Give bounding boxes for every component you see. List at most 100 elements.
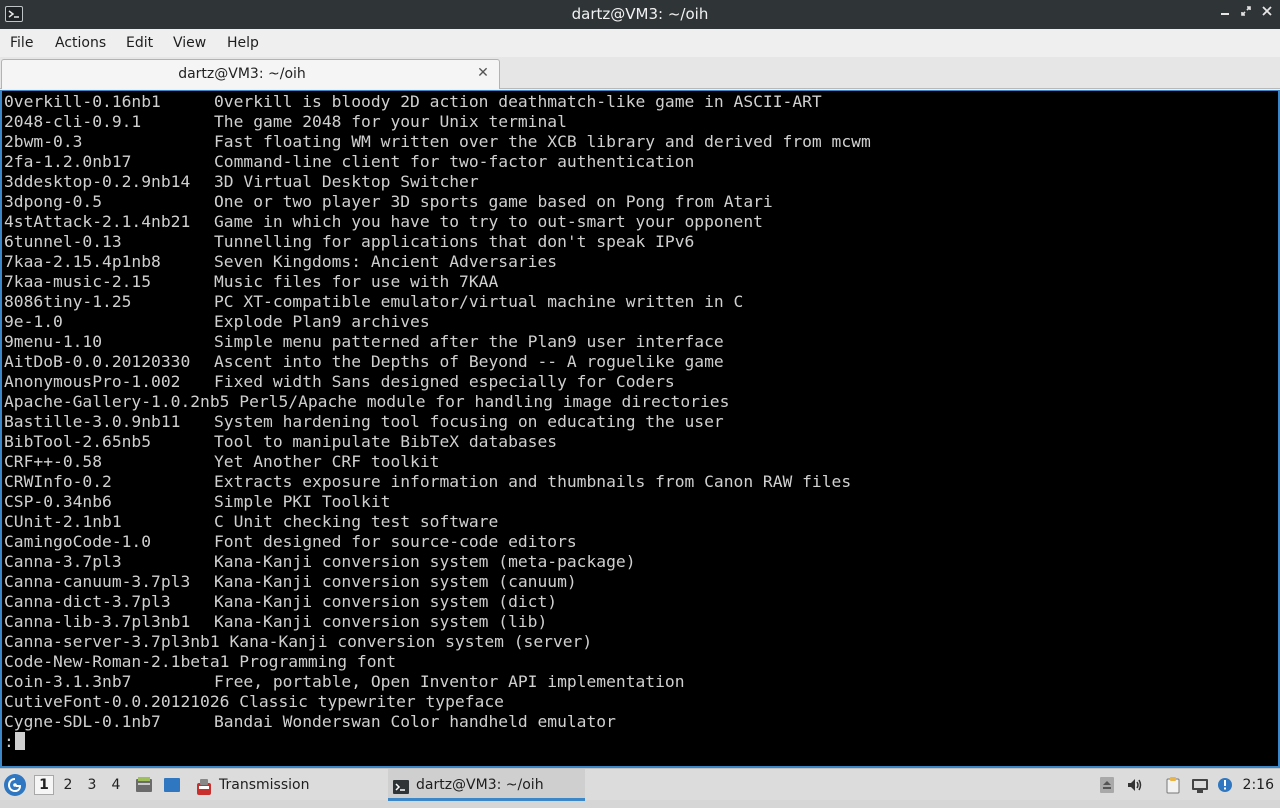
tab-label: dartz@VM3: ~/oih — [178, 66, 306, 82]
package-name: AnonymousPro-1.002 — [4, 372, 181, 391]
close-icon[interactable]: ✕ — [475, 65, 491, 81]
package-name: 3ddesktop-0.2.9nb14 — [4, 172, 191, 191]
package-name: AitDoB-0.0.20120330 — [4, 352, 191, 371]
workspace-4[interactable]: 4 — [106, 775, 126, 795]
terminal-line: Bastille-3.0.9nb11 System hardening tool … — [4, 412, 724, 432]
terminal-line: Code-New-Roman-2.1beta1 Programming font — [4, 652, 396, 672]
package-name: Cygne-SDL-0.1nb7 — [4, 712, 161, 731]
package-name: 8086tiny-1.25 — [4, 292, 132, 311]
package-name: 0verkill-0.16nb1 — [4, 92, 161, 111]
package-name: Canna-lib-3.7pl3nb1 — [4, 612, 191, 631]
package-description: Explode Plan9 archives — [214, 312, 430, 331]
terminal-line: AnonymousPro-1.002 Fixed width Sans desig… — [4, 372, 675, 392]
task-terminal[interactable]: dartz@VM3: ~/oih — [388, 769, 585, 801]
terminal-line: 2bwm-0.3 Fast floating WM written over th… — [4, 132, 871, 152]
transmission-icon — [195, 776, 213, 795]
menu-file[interactable]: File — [10, 29, 33, 57]
package-description: Tool to manipulate BibTeX databases — [214, 432, 558, 451]
package-name: 3dpong-0.5 — [4, 192, 103, 211]
terminal-line: Canna-3.7pl3 Kana-Kanji conversion system… — [4, 552, 636, 572]
terminal-line: Coin-3.1.3nb7 Free, portable, Open Invent… — [4, 672, 685, 692]
terminal-output[interactable]: 0verkill-0.16nb1 0verkill is bloody 2D ac… — [0, 90, 1280, 768]
taskbar: 1 2 3 4 Transmission dartz@VM3: ~/oih 2:… — [0, 768, 1280, 801]
package-description: Bandai Wonderswan Color handheld emulato… — [214, 712, 616, 731]
workspace-2[interactable]: 2 — [58, 775, 78, 795]
prompt-text: : — [4, 732, 14, 751]
terminal-line: 9menu-1.10 Simple menu patterned after th… — [4, 332, 724, 352]
minimize-button[interactable] — [1216, 5, 1234, 23]
terminal-line: Canna-dict-3.7pl3 Kana-Kanji conversion s… — [4, 592, 557, 612]
tab-bar: dartz@VM3: ~/oih ✕ — [0, 57, 1280, 89]
terminal-line: 7kaa-music-2.15 Music files for use with … — [4, 272, 498, 292]
package-name: Code-New-Roman-2.1beta1 — [4, 652, 230, 671]
menu-edit[interactable]: Edit — [126, 29, 153, 57]
package-description: Font designed for source-code editors — [214, 532, 577, 551]
workspace-1[interactable]: 1 — [34, 775, 54, 795]
file-manager-icon[interactable] — [135, 776, 153, 794]
package-name: 7kaa-music-2.15 — [4, 272, 152, 291]
pager-prompt[interactable]: : — [4, 732, 25, 752]
package-description: Simple menu patterned after the Plan9 us… — [214, 332, 724, 351]
package-description: Kana-Kanji conversion system (lib) — [214, 612, 548, 631]
package-name: 2fa-1.2.0nb17 — [4, 152, 132, 171]
package-name: Canna-3.7pl3 — [4, 552, 122, 571]
package-description: Seven Kingdoms: Ancient Adversaries — [214, 252, 558, 271]
terminal-line: CRF++-0.58 Yet Another CRF toolkit — [4, 452, 439, 472]
package-description: 3D Virtual Desktop Switcher — [214, 172, 479, 191]
network-icon[interactable] — [1191, 776, 1209, 794]
package-description: Kana-Kanji conversion system (canuum) — [214, 572, 577, 591]
notification-icon[interactable] — [1216, 776, 1234, 794]
title-bar[interactable]: dartz@VM3: ~/oih — [0, 0, 1280, 29]
package-description: Perl5/Apache module for handling image d… — [239, 392, 730, 411]
package-description: Kana-Kanji conversion system (dict) — [214, 592, 558, 611]
package-name: 2048-cli-0.9.1 — [4, 112, 142, 131]
package-description: Simple PKI Toolkit — [214, 492, 391, 511]
package-description: Music files for use with 7KAA — [214, 272, 499, 291]
close-button[interactable] — [1258, 5, 1276, 23]
volume-icon[interactable] — [1126, 776, 1144, 794]
terminal-line: AitDoB-0.0.20120330 Ascent into the Depth… — [4, 352, 724, 372]
terminal-line: CamingoCode-1.0 Font designed for source-… — [4, 532, 577, 552]
package-description: Fixed width Sans designed especially for… — [214, 372, 675, 391]
package-name: Coin-3.1.3nb7 — [4, 672, 132, 691]
package-name: BibTool-2.65nb5 — [4, 432, 152, 451]
package-name: 7kaa-2.15.4p1nb8 — [4, 252, 161, 271]
package-description: Extracts exposure information and thumbn… — [214, 472, 852, 491]
terminal-line: BibTool-2.65nb5 Tool to manipulate BibTeX… — [4, 432, 557, 452]
menu-help[interactable]: Help — [227, 29, 259, 57]
clock: 2:16 — [1242, 777, 1274, 793]
menu-view[interactable]: View — [173, 29, 206, 57]
terminal-line: 7kaa-2.15.4p1nb8 Seven Kingdoms: Ancient … — [4, 252, 557, 272]
start-menu-button[interactable] — [4, 774, 26, 796]
terminal-line: Canna-canuum-3.7pl3 Kana-Kanji conversion… — [4, 572, 577, 592]
package-description: Game in which you have to try to out-sma… — [214, 212, 763, 231]
package-description: System hardening tool focusing on educat… — [214, 412, 724, 431]
package-name: 6tunnel-0.13 — [4, 232, 122, 251]
package-description: Yet Another CRF toolkit — [214, 452, 440, 471]
package-name: 9menu-1.10 — [4, 332, 103, 351]
menu-actions[interactable]: Actions — [55, 29, 106, 57]
task-label-transmission: Transmission — [219, 777, 310, 793]
tab-terminal[interactable]: dartz@VM3: ~/oih ✕ — [1, 59, 500, 89]
terminal-icon — [392, 776, 410, 794]
package-name: 9e-1.0 — [4, 312, 63, 331]
task-transmission[interactable]: Transmission — [191, 769, 381, 801]
terminal-line: 4stAttack-2.1.4nb21 Game in which you hav… — [4, 212, 763, 232]
package-name: CSP-0.34nb6 — [4, 492, 112, 511]
package-name: 2bwm-0.3 — [4, 132, 83, 151]
cursor — [14, 732, 25, 750]
eject-icon[interactable] — [1098, 776, 1116, 794]
package-name: CutiveFont-0.0.20121026 — [4, 692, 230, 711]
workspace-3[interactable]: 3 — [82, 775, 102, 795]
task-label-terminal: dartz@VM3: ~/oih — [416, 777, 544, 793]
package-description: PC XT-compatible emulator/virtual machin… — [214, 292, 744, 311]
package-name: Canna-canuum-3.7pl3 — [4, 572, 191, 591]
show-desktop-icon[interactable] — [163, 776, 181, 794]
package-name: Canna-server-3.7pl3nb1 — [4, 632, 220, 651]
terminal-line: 2048-cli-0.9.1 The game 2048 for your Uni… — [4, 112, 567, 132]
terminal-line: 3ddesktop-0.2.9nb14 3D Virtual Desktop Sw… — [4, 172, 479, 192]
package-name: CamingoCode-1.0 — [4, 532, 152, 551]
package-description: Ascent into the Depths of Beyond -- A ro… — [214, 352, 724, 371]
maximize-button[interactable] — [1237, 5, 1255, 23]
clipboard-icon[interactable] — [1164, 776, 1182, 794]
